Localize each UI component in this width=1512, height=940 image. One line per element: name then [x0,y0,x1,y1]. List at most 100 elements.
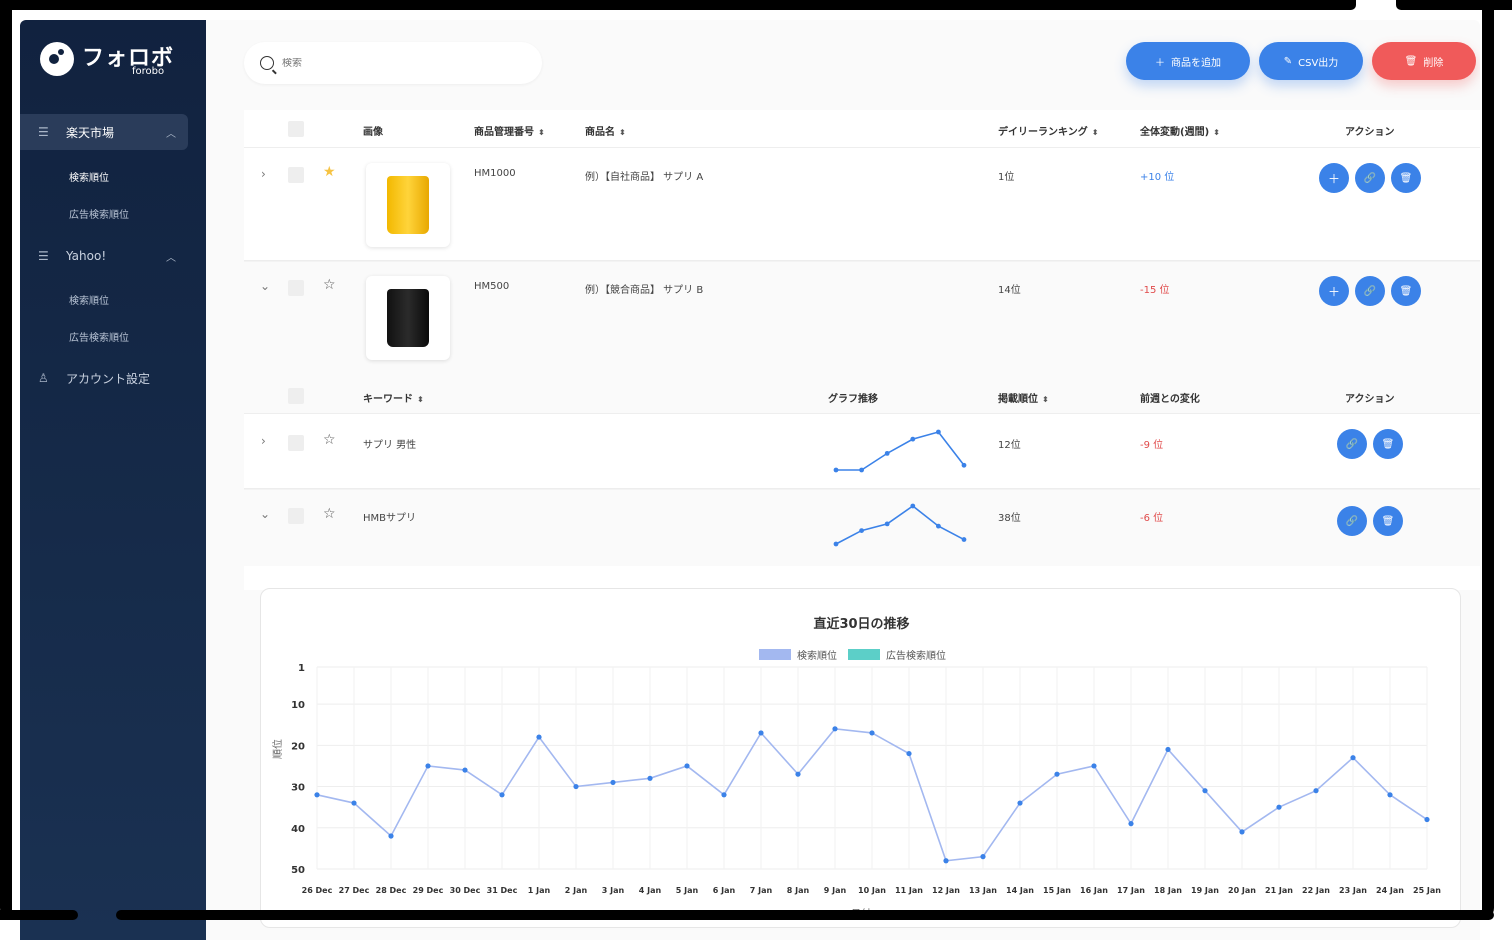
csv-export-button[interactable]: ✎ CSV出力 [1259,42,1363,80]
col-daily-rank[interactable]: デイリーランキング ⬍ [998,123,1098,138]
product-image [366,163,450,247]
col-action: アクション [1345,127,1395,138]
col-weekly-change[interactable]: 全体変動(週間) ⬍ [1140,123,1220,138]
data-point [684,763,690,769]
sort-icon: ⬍ [1091,128,1099,137]
star-outline-icon[interactable]: ☆ [323,506,336,522]
x-tick-label: 16 Jan [1080,886,1108,895]
y-tick-label: 40 [291,824,305,835]
data-point [499,792,505,798]
x-tick-label: 21 Jan [1265,886,1293,895]
yellow-pouch-image [387,176,429,234]
sort-icon: ⬍ [1213,128,1220,137]
data-point [610,779,616,786]
trash-icon: 🗑 [1381,515,1395,527]
device-bezel [1396,0,1512,10]
table-header: 画像 商品管理番号 ⬍ 商品名 ⬍ デイリーランキング ⬍ 全体変動(週間) ⬍ アクシ… [244,110,1480,148]
sidebar-item-account[interactable]: ♙ アカウント設定 [20,360,188,396]
x-tick-label: 1 Jan [528,886,551,895]
data-point [647,775,653,781]
sidebar-group-rakuten[interactable]: ☰ 楽天市場 ︿ [20,114,188,150]
link-button[interactable]: 🔗 [1337,429,1367,459]
sidebar-item-label: アカウント設定 [66,371,151,386]
star-outline-icon[interactable]: ☆ [323,432,336,448]
y-tick-label: 50 [291,865,305,876]
list-icon: ☰ [38,125,49,139]
sparkline-point [961,537,967,542]
row-delete-button[interactable]: 🗑 [1391,276,1421,306]
x-tick-label: 20 Jan [1228,886,1256,895]
x-tick-label: 6 Jan [713,886,736,895]
delete-button[interactable]: 🗑 削除 [1372,42,1476,80]
sidebar-item-yahoo-ad-rank[interactable]: 広告検索順位 [69,329,129,344]
select-all-keywords-checkbox[interactable] [288,388,304,404]
x-tick-label: 9 Jan [824,886,847,895]
add-keyword-button[interactable]: ＋ [1319,163,1349,193]
col-listing-rank[interactable]: 掲載順位 ⬍ [998,390,1049,405]
star-outline-icon[interactable]: ☆ [323,277,336,293]
sparkline-point [859,528,864,533]
sparkline-point [884,521,890,527]
logo-subtext: forobo [132,66,165,77]
data-point [1239,829,1245,835]
sparkline-chart [833,429,967,473]
list-icon: ☰ [38,249,49,263]
keyword-row: ⌄ ☆ HMBサプリ 38位 -6 位 🔗 🗑 [244,490,1480,566]
col-keyword-action: アクション [1345,394,1395,405]
sort-icon: ⬍ [619,128,626,137]
row-checkbox[interactable] [288,508,304,524]
search-input[interactable] [282,57,502,69]
data-point [462,767,468,773]
data-point [314,792,320,798]
data-point [1424,816,1430,823]
col-keyword[interactable]: キーワード ⬍ [363,390,424,405]
row-delete-button[interactable]: 🗑 [1391,163,1421,193]
sparkline-point [884,450,890,456]
chevron-up-icon: ︿ [166,128,176,140]
x-tick-label: 30 Dec [450,886,481,895]
row-delete-button[interactable]: 🗑 [1373,429,1403,459]
y-tick-label: 20 [291,741,305,752]
trash-icon: 🗑 [1399,285,1413,297]
data-point [351,800,357,806]
y-tick-label: 30 [291,783,305,794]
logo-mark-icon [40,42,74,76]
link-button[interactable]: 🔗 [1337,506,1367,536]
weekly-change: +10 位 [1140,172,1175,183]
row-checkbox[interactable] [288,167,304,183]
chevron-right-icon[interactable]: › [261,167,266,181]
sparkline-point [936,429,941,435]
link-button[interactable]: 🔗 [1355,163,1385,193]
col-name[interactable]: 商品名 ⬍ [585,123,626,138]
sparkline-point [961,462,967,468]
product-name: 例）【自社商品】 サプリ A [585,172,704,183]
row-checkbox[interactable] [288,280,304,296]
chevron-down-icon[interactable]: ⌄ [260,279,270,293]
add-product-button[interactable]: ＋ 商品を追加 [1126,42,1250,80]
select-all-checkbox[interactable] [288,121,304,137]
chevron-down-icon[interactable]: ⌄ [260,507,270,521]
row-delete-button[interactable]: 🗑 [1373,506,1403,536]
x-tick-label: 3 Jan [602,886,625,895]
plus-icon: ＋ [1155,57,1165,69]
product-table: 画像 商品管理番号 ⬍ 商品名 ⬍ デイリーランキング ⬍ 全体変動(週間) ⬍ アクシ… [244,110,1480,590]
data-point [1017,800,1023,806]
search-bar[interactable] [244,42,542,84]
row-checkbox[interactable] [288,435,304,451]
x-tick-label: 10 Jan [858,886,886,895]
x-tick-label: 29 Dec [413,886,444,895]
add-keyword-button[interactable]: ＋ [1319,276,1349,306]
sidebar-item-rakuten-ad-rank[interactable]: 広告検索順位 [69,206,129,221]
sidebar-item-yahoo-search-rank[interactable]: 検索順位 [69,292,109,307]
link-icon: 🔗 [1363,172,1377,184]
link-button[interactable]: 🔗 [1355,276,1385,306]
listing-rank: 12位 [998,440,1021,451]
data-point [1165,746,1171,753]
star-filled-icon[interactable]: ★ [323,164,336,180]
col-code[interactable]: 商品管理番号 ⬍ [474,123,545,138]
chevron-right-icon[interactable]: › [261,434,266,448]
sidebar-group-yahoo[interactable]: ☰ Yahoo! ︿ [20,238,188,274]
sidebar-item-rakuten-search-rank[interactable]: 検索順位 [69,169,109,184]
keyword-table-header: キーワード ⬍ グラフ推移 掲載順位 ⬍ 前週との変化 アクション [244,376,1480,414]
data-point [573,783,579,790]
